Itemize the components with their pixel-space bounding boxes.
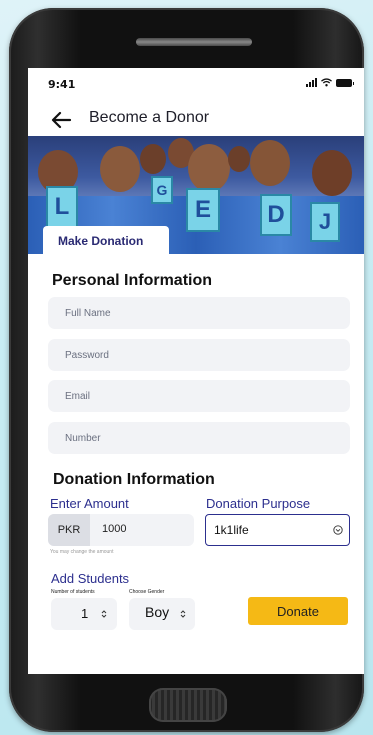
battery-icon <box>336 79 354 87</box>
student-count-label: Number of students <box>51 589 95 595</box>
letter-board: J <box>310 202 340 242</box>
amount-hint: You may change the amount <box>50 549 114 555</box>
gender-label: Choose Gender <box>129 589 165 595</box>
currency-label: PKR <box>48 514 90 546</box>
amount-input[interactable]: PKR 1000 <box>48 514 194 546</box>
password-field[interactable]: Password <box>48 339 350 371</box>
email-field[interactable]: Email <box>48 380 350 412</box>
letter-board: L <box>46 186 78 228</box>
letter-board: D <box>260 194 292 236</box>
page-title: Become a Donor <box>89 109 210 126</box>
donation-info-title: Donation Information <box>53 471 215 488</box>
status-bar: 9:41 <box>28 68 364 104</box>
donation-purpose-select[interactable]: 1k1life <box>205 514 350 546</box>
signal-icon <box>306 78 317 87</box>
add-students-title: Add Students <box>51 571 130 586</box>
home-button[interactable] <box>149 688 227 722</box>
letter-board: E <box>186 188 220 232</box>
phone-speaker <box>136 38 252 46</box>
purpose-value: 1k1life <box>214 523 249 537</box>
donate-button[interactable]: Donate <box>248 597 348 625</box>
status-time: 9:41 <box>48 78 76 91</box>
full-name-field[interactable]: Full Name <box>48 297 350 329</box>
back-arrow-icon[interactable] <box>50 108 74 132</box>
gender-value: Boy <box>145 604 170 620</box>
letter-board: G <box>151 176 173 204</box>
tab-label: Make Donation <box>58 234 144 248</box>
number-field[interactable]: Number <box>48 422 350 454</box>
status-icons <box>306 78 354 87</box>
updown-chevron-icon <box>101 610 107 618</box>
tab-make-donation[interactable]: Make Donation <box>43 226 169 254</box>
enter-amount-label: Enter Amount <box>50 496 129 511</box>
gender-select[interactable]: Boy <box>129 598 195 630</box>
donation-purpose-label: Donation Purpose <box>206 496 311 511</box>
wifi-icon <box>321 78 332 87</box>
app-header: Become a Donor <box>28 104 364 136</box>
student-count-stepper[interactable]: 1 <box>51 598 117 630</box>
student-count-value: 1 <box>81 606 89 621</box>
app-screen: 9:41 Become a Donor L G E D J Make Donat… <box>28 68 364 674</box>
chevron-down-icon <box>333 525 343 535</box>
personal-info-title: Personal Information <box>52 272 213 289</box>
amount-value: 1000 <box>102 523 127 535</box>
updown-chevron-icon <box>180 610 186 618</box>
